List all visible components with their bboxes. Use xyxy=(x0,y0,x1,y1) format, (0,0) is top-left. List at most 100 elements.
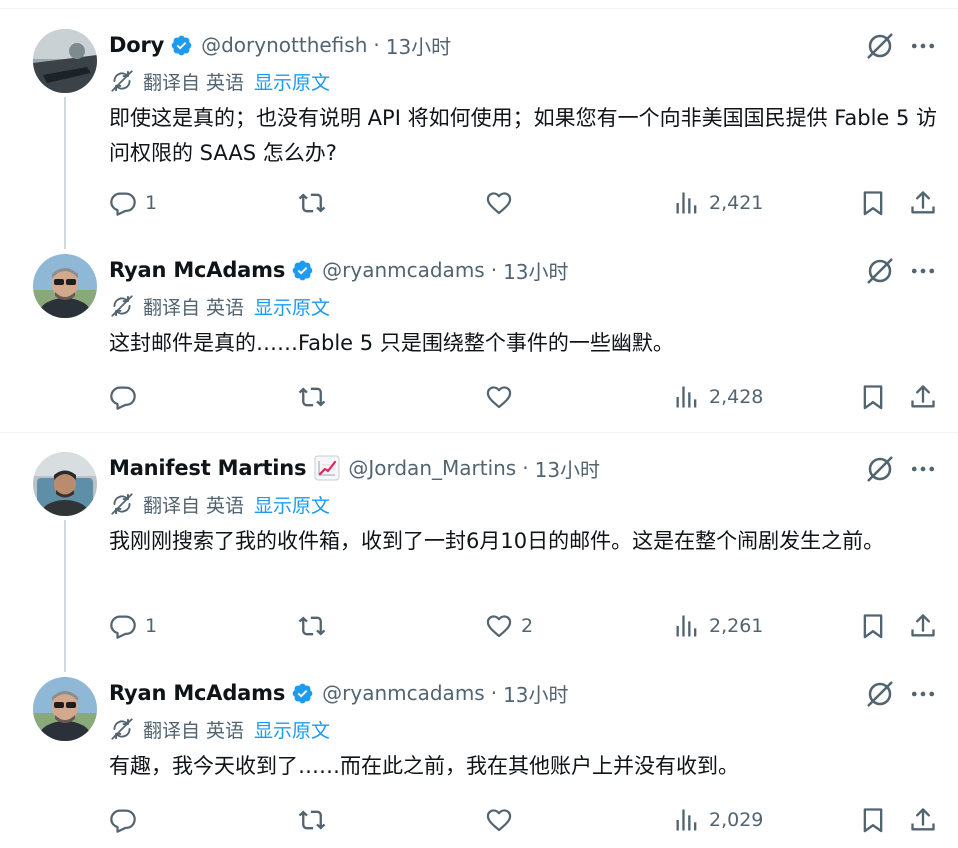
repost-button[interactable] xyxy=(298,380,334,414)
share-button[interactable] xyxy=(909,186,937,220)
repost-icon xyxy=(298,612,326,640)
reply-count: 1 xyxy=(145,192,158,214)
heart-icon xyxy=(485,189,513,217)
bookmark-button[interactable] xyxy=(859,380,887,414)
reply-icon xyxy=(109,806,137,834)
display-name[interactable]: Ryan McAdams xyxy=(109,258,285,282)
views-chart-icon xyxy=(673,189,701,217)
tweet-text: 我刚刚搜索了我的收件箱，收到了一封6月10日的邮件。这是在整个闹剧发生之前。 xyxy=(109,529,885,553)
user-handle[interactable]: @dorynotthefish xyxy=(201,33,367,57)
bookmark-icon xyxy=(859,612,887,640)
user-handle[interactable]: @Jordan_Martins xyxy=(348,456,516,480)
share-icon xyxy=(909,383,937,411)
share-button[interactable] xyxy=(909,803,937,837)
tweet-actions: 1 2,421 xyxy=(109,186,939,220)
views-button[interactable]: 2,428 xyxy=(673,380,763,414)
tweet-text: 即使这是真的；也没有说明 API 将如何使用；如果您有一个向非美国国民提供 Fa… xyxy=(109,106,938,165)
reply-icon xyxy=(109,612,137,640)
more-options-icon[interactable] xyxy=(908,256,938,286)
user-handle[interactable]: @ryanmcadams xyxy=(322,258,485,282)
show-original-link[interactable]: 显示原文 xyxy=(254,491,330,518)
separator-dot: · xyxy=(490,681,498,705)
like-count: 2 xyxy=(521,615,534,637)
avatar[interactable] xyxy=(33,677,97,741)
share-icon xyxy=(909,806,937,834)
heart-icon xyxy=(485,612,513,640)
like-button[interactable] xyxy=(485,380,521,414)
tweet[interactable]: Dory @dorynotthefish · 13小时 翻译自 英语 显示原文 … xyxy=(0,29,958,229)
display-name[interactable]: Dory xyxy=(109,33,164,57)
like-button[interactable] xyxy=(485,803,521,837)
grok-icon[interactable] xyxy=(865,31,895,61)
timestamp[interactable]: 13小时 xyxy=(503,256,568,285)
grok-icon[interactable] xyxy=(865,679,895,709)
bookmark-button[interactable] xyxy=(859,803,887,837)
show-original-link[interactable]: 显示原文 xyxy=(254,68,330,95)
reply-button[interactable]: 1 xyxy=(109,609,157,643)
repost-button[interactable] xyxy=(298,609,334,643)
repost-icon xyxy=(298,189,326,217)
more-options-icon[interactable] xyxy=(908,679,938,709)
avatar[interactable] xyxy=(33,452,97,516)
verified-badge-icon xyxy=(291,682,314,705)
reply-icon xyxy=(109,189,137,217)
user-handle[interactable]: @ryanmcadams xyxy=(322,681,485,705)
avatar[interactable] xyxy=(33,29,97,93)
tweet-text: 这封邮件是真的……Fable 5 只是围绕整个事件的一些幽默。 xyxy=(109,331,674,355)
timestamp[interactable]: 13小时 xyxy=(503,679,568,708)
grok-icon[interactable] xyxy=(865,454,895,484)
translation-notice: 翻译自 英语 显示原文 xyxy=(109,292,330,320)
translate-icon xyxy=(109,716,135,742)
display-name[interactable]: Ryan McAdams xyxy=(109,681,285,705)
view-count: 2,261 xyxy=(709,615,764,637)
separator-dot: · xyxy=(522,456,529,480)
repost-button[interactable] xyxy=(298,803,334,837)
translated-from-label: 翻译自 英语 xyxy=(143,296,245,319)
views-chart-icon xyxy=(673,383,701,411)
tweet-header: Dory @dorynotthefish · 13小时 xyxy=(109,29,451,61)
conversation-divider xyxy=(0,432,958,433)
views-button[interactable]: 2,261 xyxy=(673,609,763,643)
bookmark-button[interactable] xyxy=(859,609,887,643)
more-options-icon[interactable] xyxy=(908,454,938,484)
repost-icon xyxy=(298,383,326,411)
views-chart-icon xyxy=(673,612,701,640)
avatar[interactable] xyxy=(33,254,97,318)
views-button[interactable]: 2,029 xyxy=(673,803,763,837)
more-options-icon[interactable] xyxy=(908,31,938,61)
tweet[interactable]: Ryan McAdams @ryanmcadams · 13小时 翻译自 英语 … xyxy=(0,254,958,424)
tweet[interactable]: Manifest Martins @Jordan_Martins · 13小时 … xyxy=(0,452,958,652)
share-button[interactable] xyxy=(909,609,937,643)
views-chart-icon xyxy=(673,806,701,834)
reply-button[interactable] xyxy=(109,803,145,837)
bookmark-button[interactable] xyxy=(859,186,887,220)
bookmark-icon xyxy=(859,383,887,411)
verified-badge-icon xyxy=(170,34,193,57)
show-original-link[interactable]: 显示原文 xyxy=(254,293,330,320)
share-icon xyxy=(909,189,937,217)
tweet-text: 有趣，我今天收到了……而在此之前，我在其他账户上并没有收到。 xyxy=(109,754,739,778)
heart-icon xyxy=(485,383,513,411)
translation-notice: 翻译自 英语 显示原文 xyxy=(109,490,330,518)
tweet-actions: 2,428 xyxy=(109,380,939,414)
tweet[interactable]: Ryan McAdams @ryanmcadams · 13小时 翻译自 英语 … xyxy=(0,677,958,847)
grok-icon[interactable] xyxy=(865,256,895,286)
bookmark-icon xyxy=(859,806,887,834)
reply-button[interactable]: 1 xyxy=(109,186,157,220)
views-button[interactable]: 2,421 xyxy=(673,186,763,220)
repost-button[interactable] xyxy=(298,186,334,220)
show-original-link[interactable]: 显示原文 xyxy=(254,716,330,743)
tweet-header: Manifest Martins @Jordan_Martins · 13小时 xyxy=(109,452,600,484)
reply-button[interactable] xyxy=(109,380,145,414)
tweet-header: Ryan McAdams @ryanmcadams · 13小时 xyxy=(109,254,569,286)
like-button[interactable]: 2 xyxy=(485,609,533,643)
display-name[interactable]: Manifest Martins xyxy=(109,456,307,480)
view-count: 2,421 xyxy=(709,192,764,214)
like-button[interactable] xyxy=(485,186,521,220)
bookmark-icon xyxy=(859,189,887,217)
timestamp[interactable]: 13小时 xyxy=(386,31,451,60)
verified-badge-icon xyxy=(291,259,314,282)
top-divider xyxy=(0,0,958,9)
share-button[interactable] xyxy=(909,380,937,414)
timestamp[interactable]: 13小时 xyxy=(535,454,600,483)
